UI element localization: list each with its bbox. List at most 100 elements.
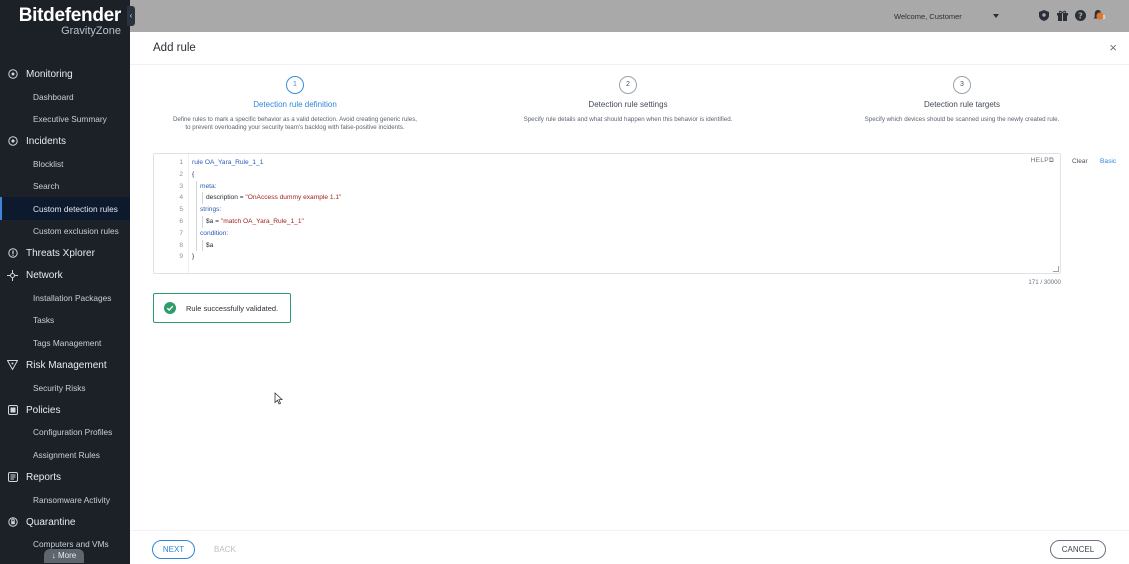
code-content[interactable]: rule OA_Yara_Rule_1_1 { meta: description =… xyxy=(192,157,341,263)
indent-guide xyxy=(202,239,203,252)
indent-guide xyxy=(202,215,203,228)
risk-icon xyxy=(7,360,18,371)
step-description: Define rules to mark a specific behavior… xyxy=(130,116,460,132)
code-token: "OnAccess dummy example 1.1" xyxy=(245,194,342,202)
sidebar-item-tags-management[interactable]: Tags Management xyxy=(0,332,130,354)
basic-mode-button[interactable]: Basic xyxy=(1100,158,1116,165)
sidebar-section-reports[interactable]: Reports xyxy=(0,466,130,488)
step-title: Detection rule targets xyxy=(923,100,1001,109)
line-number: 4 xyxy=(179,194,183,202)
line-number: 3 xyxy=(179,182,183,190)
line-number: 9 xyxy=(179,253,183,261)
code-token: $a xyxy=(206,241,214,249)
check-icon xyxy=(164,302,176,314)
code-line: rule OA_Yara_Rule_1_1 xyxy=(192,157,341,169)
welcome-text: Welcome, Customer xyxy=(894,11,962,21)
collapse-sidebar-icon[interactable]: ‹ xyxy=(127,6,135,26)
resize-handle[interactable] xyxy=(1053,266,1059,272)
modal-title: Add rule xyxy=(153,42,196,54)
step-1[interactable]: 1 Detection rule definition Define rules t… xyxy=(130,76,460,132)
code-token: meta: xyxy=(200,182,217,190)
rule-editor[interactable]: 1 2 3 4 5 6 7 8 9 rule OA_Yara_Rule_1_1 {meta: des… xyxy=(153,153,1061,274)
indent-guide xyxy=(196,239,197,252)
shield-icon[interactable] xyxy=(1038,9,1050,21)
step-description-line: Specify which devices should be scanned … xyxy=(864,116,1060,123)
sidebar-section-risk-management[interactable]: Risk Management xyxy=(0,354,130,376)
sidebar-section-monitoring[interactable]: Monitoring xyxy=(0,63,130,85)
more-button[interactable]: ↓ More xyxy=(44,549,84,563)
step-number: 3 xyxy=(953,76,971,94)
code-token: "match OA_Yara_Rule_1_1" xyxy=(220,217,304,225)
network-icon xyxy=(7,270,18,282)
notifications-icon[interactable]: 9 xyxy=(1092,9,1105,21)
code-token: $a = xyxy=(206,217,221,225)
step-description-line: to prevent overloading your security tea… xyxy=(185,124,405,131)
sidebar-section-label: Network xyxy=(26,270,63,282)
svg-text:?: ? xyxy=(1078,11,1083,20)
sidebar-section-label: Threats Xplorer xyxy=(26,247,95,259)
reports-icon xyxy=(7,472,18,483)
sidebar-item-executive-summary[interactable]: Executive Summary xyxy=(0,108,130,130)
line-number: 5 xyxy=(179,206,183,214)
code-line: meta: xyxy=(192,180,341,193)
chevron-down-icon xyxy=(993,14,999,18)
sidebar-section-threats-xplorer[interactable]: Threats Xplorer xyxy=(0,242,130,264)
monitoring-icon xyxy=(7,69,18,80)
code-token: strings: xyxy=(200,206,222,214)
back-button[interactable]: BACK xyxy=(214,545,236,554)
code-token: } xyxy=(192,253,195,261)
step-title: Detection rule definition xyxy=(253,100,337,109)
clear-button[interactable]: Clear xyxy=(1072,158,1088,165)
modal-divider xyxy=(130,64,1129,65)
line-number-gutter: 1 2 3 4 5 6 7 8 9 xyxy=(154,154,189,273)
sidebar-section-label: Reports xyxy=(26,471,62,483)
sidebar-item-tasks[interactable]: Tasks xyxy=(0,309,130,331)
sidebar-section-network[interactable]: Network xyxy=(0,265,130,287)
line-number: 7 xyxy=(179,229,183,237)
sidebar-item-assignment-rules[interactable]: Assignment Rules xyxy=(0,444,130,466)
policies-icon xyxy=(7,405,18,416)
sidebar-section-quarantine[interactable]: Quarantine xyxy=(0,511,130,533)
sidebar-item-search[interactable]: Search xyxy=(0,175,130,197)
next-button[interactable]: NEXT xyxy=(152,540,195,559)
sidebar-section-label: Incidents xyxy=(26,135,67,147)
sidebar-item-installation-packages[interactable]: Installation Packages xyxy=(0,287,130,309)
sidebar-section-label: Policies xyxy=(26,404,61,416)
help-link[interactable]: HELP⧉ xyxy=(1031,157,1054,165)
incidents-icon xyxy=(7,136,18,147)
sidebar-section-incidents[interactable]: Incidents xyxy=(0,130,130,152)
step-title: Detection rule settings xyxy=(588,100,668,109)
sidebar-section-label: Quarantine xyxy=(26,516,76,528)
step-3[interactable]: 3 Detection rule targets Specify which dev… xyxy=(797,76,1127,124)
app-root: Bitdefender GravityZone Monitoring Dashbo… xyxy=(0,0,1129,564)
line-number: 6 xyxy=(179,217,183,225)
sidebar-item-blocklist[interactable]: Blocklist xyxy=(0,153,130,175)
indent-guide xyxy=(196,192,197,205)
sidebar-item-dashboard[interactable]: Dashboard xyxy=(0,85,130,107)
indent-guide xyxy=(202,192,203,205)
code-token: condition: xyxy=(200,229,229,237)
help-icon[interactable]: ? xyxy=(1074,9,1086,21)
close-icon[interactable]: × xyxy=(1109,41,1117,55)
code-line: $a = "match OA_Yara_Rule_1_1" xyxy=(192,215,341,228)
sidebar-section-label: Monitoring xyxy=(26,68,73,80)
gift-icon[interactable] xyxy=(1056,9,1068,21)
sidebar-item-ransomware-activity[interactable]: Ransomware Activity xyxy=(0,488,130,510)
code-token: { xyxy=(192,170,195,178)
sidebar-item-custom-detection-rules[interactable]: Custom detection rules xyxy=(0,197,130,220)
code-token: description = xyxy=(206,194,246,202)
top-bar: Welcome, Customer ? 9 xyxy=(130,0,1129,31)
cancel-button[interactable]: CANCEL xyxy=(1050,540,1106,559)
indent-guide xyxy=(196,180,197,193)
sidebar-section-policies[interactable]: Policies xyxy=(0,399,130,421)
sidebar-item-configuration-profiles[interactable]: Configuration Profiles xyxy=(0,421,130,443)
code-token: rule OA_Yara_Rule_1_1 xyxy=(192,159,264,166)
brand-name: Bitdefender xyxy=(18,5,122,26)
sidebar-item-security-risks[interactable]: Security Risks xyxy=(0,376,130,398)
step-2[interactable]: 2 Detection rule settings Specify rule det… xyxy=(463,76,793,124)
quarantine-icon xyxy=(7,517,18,528)
user-menu[interactable]: Welcome, Customer xyxy=(886,8,1004,24)
brand-product: GravityZone xyxy=(61,25,121,37)
brand-logo[interactable]: Bitdefender GravityZone xyxy=(9,5,122,37)
sidebar-item-custom-exclusion-rules[interactable]: Custom exclusion rules xyxy=(0,220,130,242)
